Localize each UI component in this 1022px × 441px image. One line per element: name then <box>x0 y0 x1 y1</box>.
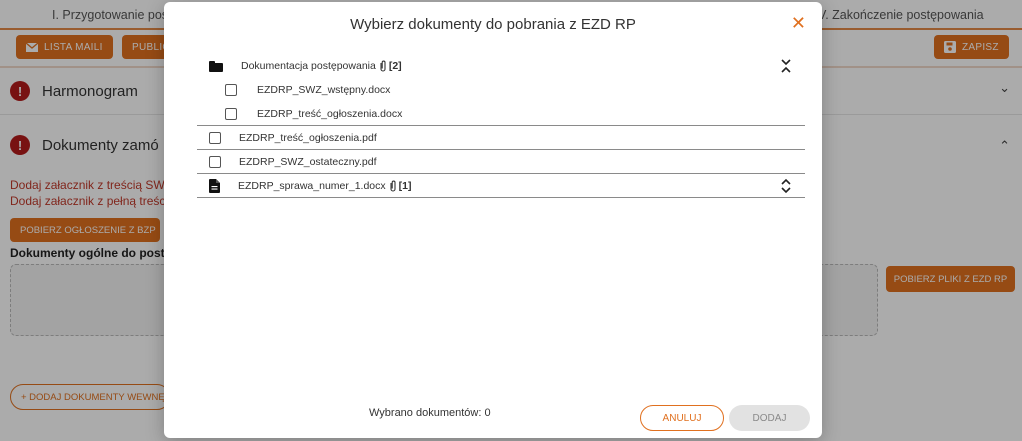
document-tree: Dokumentacja postępowania [2] EZDRP_SWZ_… <box>197 54 805 198</box>
folder-icon <box>209 60 223 72</box>
folder-row[interactable]: Dokumentacja postępowania [2] <box>197 54 805 78</box>
selected-count: Wybrano dokumentów: 0 <box>369 407 491 419</box>
document-icon <box>209 178 220 193</box>
document-name: EZDRP_treść_ogłoszenia.docx <box>257 107 403 120</box>
cancel-button[interactable]: ANULUJ <box>640 405 724 431</box>
folder-name: Dokumentacja postępowania <box>241 60 376 72</box>
file-row[interactable]: EZDRP_SWZ_ostateczny.pdf <box>197 150 805 174</box>
file-row[interactable]: EZDRP_treść_ogłoszenia.pdf <box>197 126 805 150</box>
folder-child-row[interactable]: EZDRP_treść_ogłoszenia.docx <box>197 102 805 126</box>
expand-toggle-icon[interactable] <box>779 178 793 194</box>
folder-child-row[interactable]: EZDRP_SWZ_wstępny.docx <box>197 78 805 102</box>
document-row[interactable]: EZDRP_sprawa_numer_1.docx [1] <box>197 174 805 198</box>
folder-count: [2] <box>388 60 402 72</box>
select-documents-dialog: Wybierz dokumenty do pobrania z EZD RP ✕… <box>164 2 822 438</box>
document-name: EZDRP_sprawa_numer_1.docx <box>238 179 386 192</box>
document-name: EZDRP_SWZ_wstępny.docx <box>257 84 391 96</box>
document-checkbox[interactable] <box>225 84 237 96</box>
add-button[interactable]: DODAJ <box>729 405 810 431</box>
document-count: [1] <box>398 179 412 192</box>
dialog-title: Wybierz dokumenty do pobrania z EZD RP <box>350 16 636 33</box>
close-icon[interactable]: ✕ <box>791 14 806 32</box>
document-name: EZDRP_treść_ogłoszenia.pdf <box>239 131 377 144</box>
paperclip-icon <box>390 180 396 192</box>
collapse-toggle-icon[interactable] <box>779 58 793 74</box>
paperclip-icon <box>380 60 386 72</box>
document-checkbox[interactable] <box>225 107 237 120</box>
document-checkbox[interactable] <box>209 131 221 144</box>
document-checkbox[interactable] <box>209 155 221 168</box>
document-name: EZDRP_SWZ_ostateczny.pdf <box>239 155 377 168</box>
